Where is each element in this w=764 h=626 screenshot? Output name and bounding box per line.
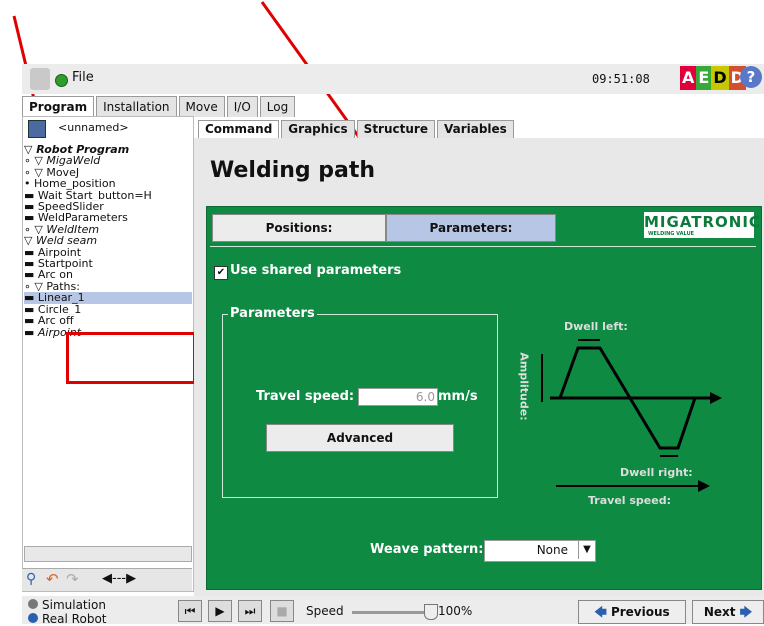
parameters-group xyxy=(222,314,498,498)
clock: 09:51:08 xyxy=(592,72,650,86)
real-robot-radio[interactable] xyxy=(28,613,38,623)
program-tree: ▽ Robot Program ∘ ▽ MigaWeld ∘ ▽ MoveJ •… xyxy=(24,144,192,338)
top-tabs: Program Installation Move I/O Log xyxy=(22,96,296,117)
speed-label: Speed xyxy=(306,604,344,618)
arrow-right-icon: 🡆 xyxy=(739,605,753,619)
travel-speed-diagram-label: Travel speed: xyxy=(588,494,671,507)
migatronic-logo: MIGATRONIC WELDING VALUE xyxy=(644,212,760,238)
previous-button[interactable]: 🡄 Previous xyxy=(578,600,686,624)
parameters-group-title: Parameters xyxy=(228,306,317,321)
tab-io[interactable]: I/O xyxy=(226,96,258,117)
tree-robot-program[interactable]: ▽ Robot Program xyxy=(24,144,192,155)
ur-logo-icon xyxy=(30,68,50,90)
file-menu[interactable]: File xyxy=(72,70,94,85)
tree-wait-start[interactable]: ▬ Wait Start_button=H xyxy=(24,190,192,201)
divider xyxy=(210,246,756,247)
amplitude-label: Amplitude: xyxy=(517,352,531,421)
rewind-icon[interactable]: ⏮ xyxy=(178,600,202,622)
advanced-button[interactable]: Advanced xyxy=(266,424,454,452)
travel-speed-unit: mm/s xyxy=(438,389,478,404)
parameters-button[interactable]: Parameters: xyxy=(386,214,556,242)
brand-tagline: WELDING VALUE xyxy=(648,231,695,237)
use-shared-label: Use shared parameters xyxy=(230,263,402,278)
weave-pattern-value: None xyxy=(536,543,568,557)
tab-installation[interactable]: Installation xyxy=(96,96,177,117)
tree-arc-on[interactable]: ▬ Arc on xyxy=(24,269,192,280)
title-bar xyxy=(22,64,764,94)
aedd-badge[interactable]: A E D D xyxy=(680,66,746,90)
tree-movej[interactable]: ∘ ▽ MoveJ xyxy=(24,167,192,178)
arrow-left-icon: 🡄 xyxy=(594,605,607,619)
tree-circle-1[interactable]: ▬ Circle_1 xyxy=(24,304,192,315)
help-icon[interactable]: ? xyxy=(740,66,762,88)
sub-tabs: Command Graphics Structure Variables xyxy=(198,120,514,138)
brand-name: MIGATRONIC xyxy=(644,213,761,231)
tree-weldparameters[interactable]: ▬ WeldParameters xyxy=(24,212,192,223)
weave-diagram-svg xyxy=(541,339,722,492)
speed-slider-handle[interactable] xyxy=(424,604,438,620)
page-title: Welding path xyxy=(210,158,376,183)
speed-slider[interactable] xyxy=(352,611,432,614)
tree-home-position[interactable]: • Home_position xyxy=(24,178,192,189)
search-icon[interactable]: ⚲ xyxy=(26,571,36,587)
tree-migaweld[interactable]: ∘ ▽ MigaWeld xyxy=(24,155,192,166)
simulation-label: Simulation xyxy=(42,598,106,612)
tree-speedslider[interactable]: ▬ SpeedSlider xyxy=(24,201,192,212)
tree-paths[interactable]: ∘ ▽ Paths: xyxy=(24,281,192,292)
tree-airpoint-1[interactable]: ▬ Airpoint xyxy=(24,247,192,258)
tree-arc-off[interactable]: ▬ Arc off xyxy=(24,315,192,326)
positions-button[interactable]: Positions: xyxy=(212,214,386,242)
next-button[interactable]: Next 🡆 xyxy=(692,600,764,624)
speed-value: 100% xyxy=(438,604,473,618)
weave-pattern-label: Weave pattern: xyxy=(370,542,484,557)
tree-welditem[interactable]: ∘ ▽ WeldItem xyxy=(24,224,192,235)
aedd-d1: D xyxy=(711,66,729,90)
travel-speed-arrow xyxy=(698,480,710,492)
tab-structure[interactable]: Structure xyxy=(356,120,435,138)
redo-icon[interactable]: ↷ xyxy=(66,570,79,588)
tab-graphics[interactable]: Graphics xyxy=(281,120,355,138)
travel-speed-label: Travel speed: xyxy=(256,389,355,404)
tab-log[interactable]: Log xyxy=(259,96,296,117)
play-icon[interactable]: ▶ xyxy=(208,600,232,622)
tree-scrollbar[interactable] xyxy=(24,546,192,562)
move-arrows-icon[interactable]: ◀---▶ xyxy=(102,571,136,586)
use-shared-checkbox[interactable]: ✔ xyxy=(214,266,228,280)
chevron-down-icon[interactable]: ▼ xyxy=(578,541,595,559)
tab-variables[interactable]: Variables xyxy=(436,120,514,138)
aedd-a: A xyxy=(680,66,697,90)
tree-toolbar: ⚲ ↶ ↷ ◀---▶ xyxy=(22,568,192,591)
weave-diagram: Dwell left: Dwell right: Travel speed: A… xyxy=(517,320,740,510)
tree-linear-1[interactable]: ▬ Linear_1 xyxy=(24,292,192,304)
tab-move[interactable]: Move xyxy=(178,96,225,117)
stop-icon[interactable]: ■ xyxy=(270,600,294,622)
highlight-box xyxy=(66,332,196,384)
program-name: <unnamed> xyxy=(58,121,129,134)
next-label: Next xyxy=(703,605,736,619)
tree-weld-seam[interactable]: ▽ Weld seam xyxy=(24,235,192,246)
dwell-left-label: Dwell left: xyxy=(564,320,628,333)
previous-label: Previous xyxy=(610,605,670,619)
tab-command[interactable]: Command xyxy=(198,120,280,138)
travel-speed-input[interactable]: 6.0 xyxy=(358,388,438,406)
tab-program[interactable]: Program xyxy=(22,96,95,117)
aedd-e: E xyxy=(696,66,712,90)
tree-startpoint[interactable]: ▬ Startpoint xyxy=(24,258,192,269)
undo-icon[interactable]: ↶ xyxy=(46,570,59,588)
status-dot-icon xyxy=(55,74,68,87)
weave-axis-arrow xyxy=(710,392,722,404)
step-icon[interactable]: ⏭ xyxy=(238,600,262,622)
simulation-radio[interactable] xyxy=(28,599,38,609)
dwell-right-label: Dwell right: xyxy=(620,466,693,479)
save-icon[interactable] xyxy=(28,120,46,138)
